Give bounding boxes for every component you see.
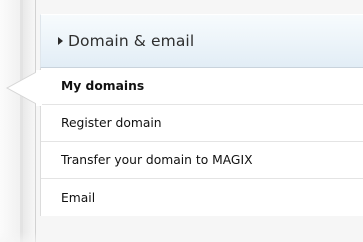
left-rail-panel xyxy=(0,0,20,242)
section-header-domain-email[interactable]: Domain & email xyxy=(40,14,363,68)
menu-item-email[interactable]: Email xyxy=(41,179,363,216)
menu-item-my-domains[interactable]: My domains xyxy=(41,68,363,105)
bottom-fade xyxy=(0,232,363,242)
left-rail-shade xyxy=(23,0,35,242)
caret-right-icon xyxy=(58,37,63,45)
menu-item-register-domain[interactable]: Register domain xyxy=(41,105,363,142)
menu-item-transfer-domain[interactable]: Transfer your domain to MAGIX xyxy=(41,142,363,179)
active-item-pointer-join xyxy=(36,70,42,106)
left-rail-border xyxy=(35,0,36,242)
submenu-list: My domains Register domain Transfer your… xyxy=(40,68,363,216)
section-header-label: Domain & email xyxy=(68,32,195,50)
